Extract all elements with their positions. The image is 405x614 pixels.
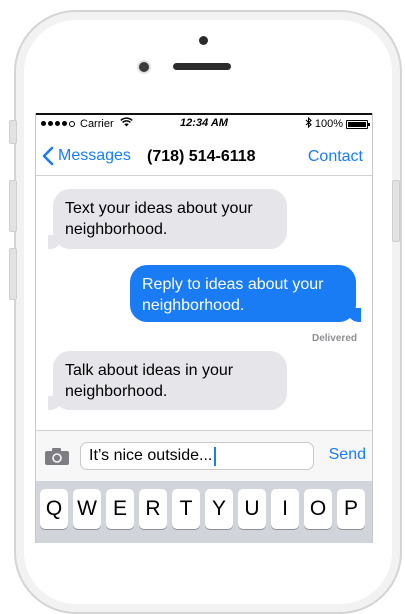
status-bar: Carrier 12:34 AM 100% bbox=[36, 115, 372, 131]
key-p[interactable]: P bbox=[337, 489, 365, 529]
key-i[interactable]: I bbox=[271, 489, 299, 529]
phone-screen: Carrier 12:34 AM 100% Messages (718) 514… bbox=[35, 113, 373, 543]
nav-bar: Messages (718) 514-6118 Contact bbox=[36, 141, 372, 176]
bluetooth-icon bbox=[305, 116, 312, 131]
contact-button[interactable]: Contact bbox=[308, 148, 363, 166]
delivered-status: Delivered bbox=[311, 333, 357, 344]
back-label: Messages bbox=[58, 147, 131, 164]
message-composer: It’s nice outside... Send bbox=[36, 430, 372, 481]
keyboard-row-1: Q W E R T Y U I O P bbox=[40, 489, 365, 529]
key-e[interactable]: E bbox=[106, 489, 134, 529]
incoming-message[interactable]: Text your ideas about your neighborhood. bbox=[48, 189, 287, 249]
key-t[interactable]: T bbox=[172, 489, 200, 529]
proximity-sensor bbox=[199, 36, 208, 45]
mute-switch bbox=[9, 120, 17, 144]
battery-percent: 100% bbox=[314, 118, 343, 130]
send-button[interactable]: Send bbox=[329, 446, 366, 464]
status-right: 100% bbox=[305, 116, 370, 131]
chevron-left-icon bbox=[42, 146, 54, 166]
message-input-text: It’s nice outside... bbox=[89, 447, 213, 464]
key-y[interactable]: Y bbox=[205, 489, 233, 529]
back-button[interactable]: Messages bbox=[41, 146, 131, 166]
key-r[interactable]: R bbox=[139, 489, 167, 529]
key-q[interactable]: Q bbox=[40, 489, 68, 529]
key-w[interactable]: W bbox=[73, 489, 101, 529]
text-caret bbox=[214, 446, 217, 466]
camera-icon[interactable] bbox=[44, 447, 70, 471]
earpiece-speaker bbox=[173, 63, 231, 70]
key-o[interactable]: O bbox=[304, 489, 332, 529]
battery-icon bbox=[346, 119, 370, 129]
incoming-message[interactable]: Talk about ideas in your neighborhood. bbox=[48, 351, 287, 410]
outgoing-message[interactable]: Reply to ideas about your neighborhood. bbox=[130, 265, 361, 322]
key-u[interactable]: U bbox=[238, 489, 266, 529]
keyboard: Q W E R T Y U I O P bbox=[36, 481, 372, 543]
volume-down-button bbox=[9, 248, 17, 300]
front-camera bbox=[139, 62, 149, 72]
message-input[interactable]: It’s nice outside... bbox=[80, 442, 314, 470]
volume-up-button bbox=[9, 180, 17, 232]
power-button bbox=[392, 180, 400, 242]
conversation-title: (718) 514-6118 bbox=[147, 148, 256, 165]
